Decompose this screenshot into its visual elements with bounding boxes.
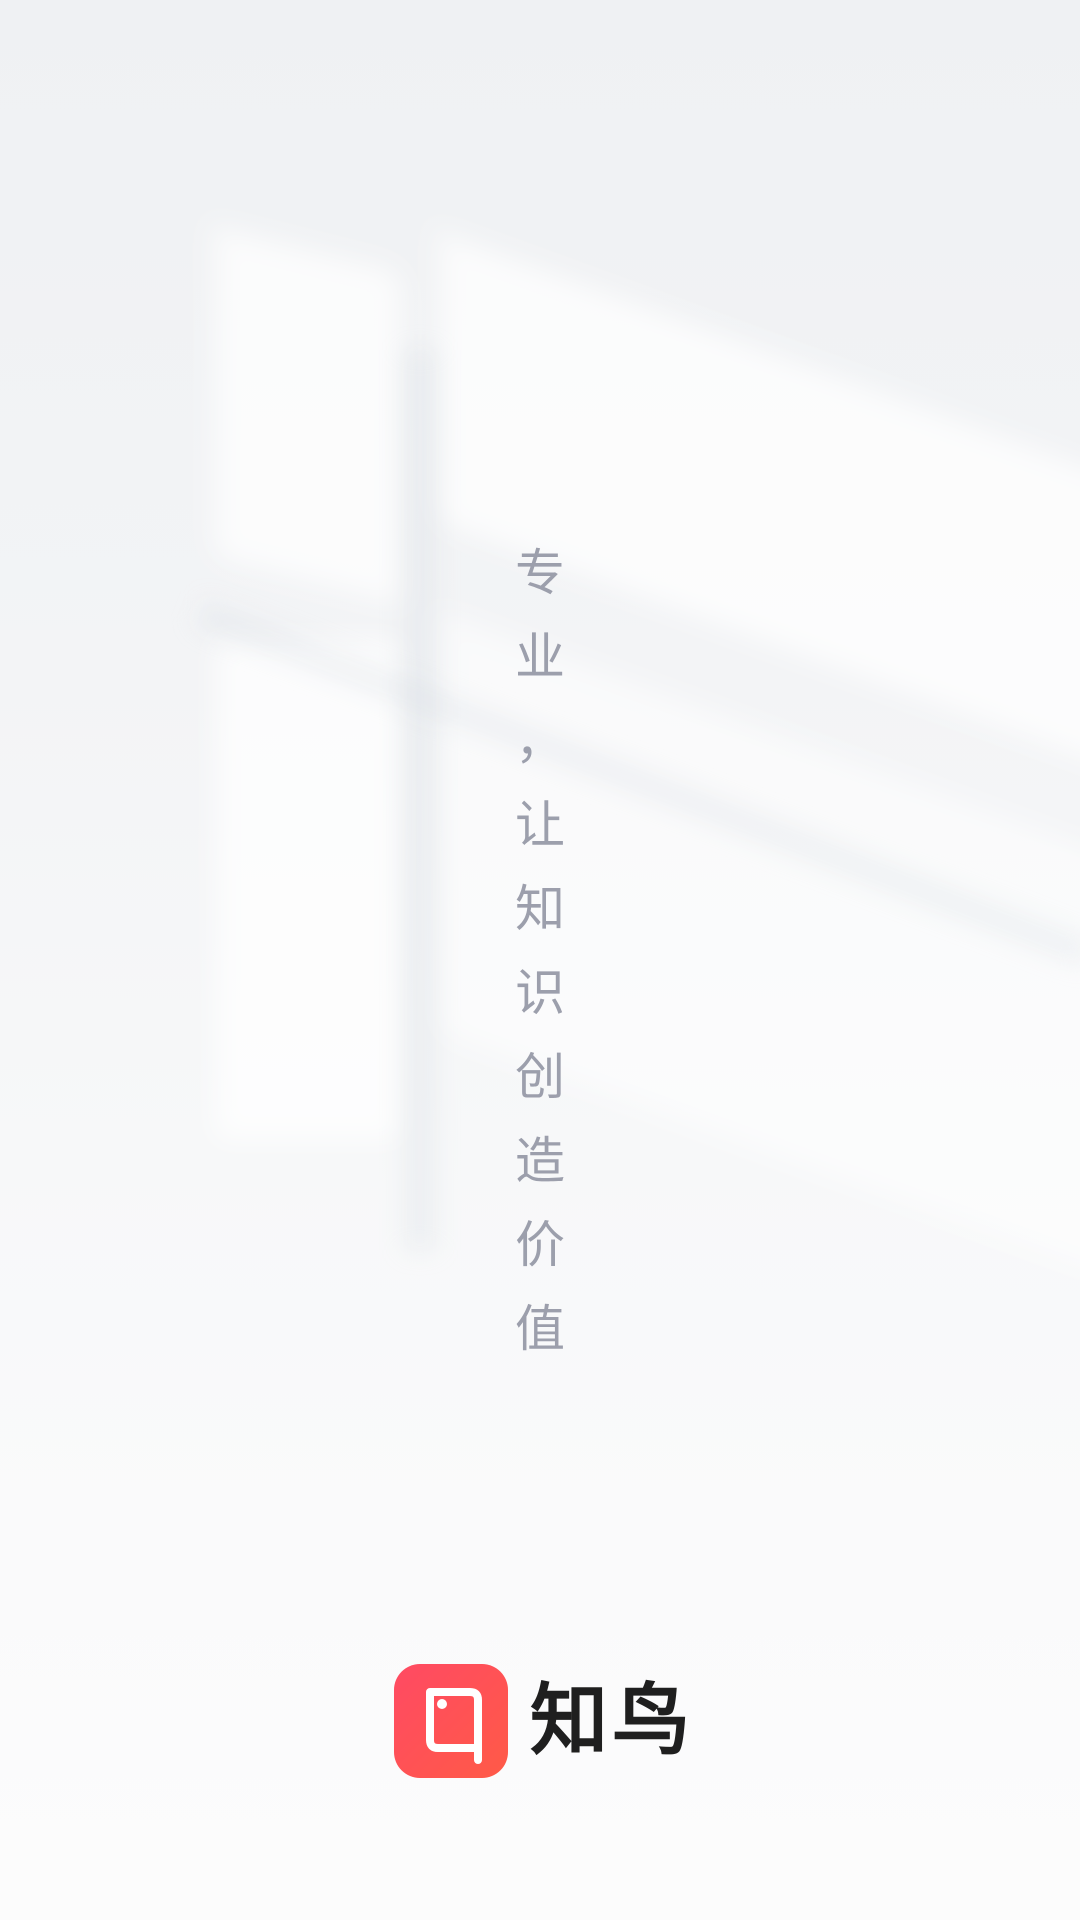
window-frame-shadow [405, 350, 435, 1250]
light-pane [215, 226, 400, 604]
zhiniao-logo-icon [394, 1664, 508, 1778]
brand-name: 知鸟 [530, 1676, 695, 1766]
vertical-slogan: 专 业 ， 让 知 识 创 造 价 值 [510, 542, 570, 1382]
slogan-char: 创 [515, 1048, 565, 1106]
slogan-char: ， [515, 712, 565, 770]
slogan-char: 业 [515, 628, 565, 686]
slogan-char: 知 [515, 880, 565, 938]
light-pane [215, 640, 400, 1140]
slogan-char: 造 [515, 1132, 565, 1190]
slogan-char: 值 [515, 1300, 565, 1358]
slogan-char: 让 [515, 796, 565, 854]
brand-lockup: 知鸟 [394, 1664, 694, 1778]
slogan-char: 专 [515, 544, 565, 602]
slogan-char: 识 [515, 964, 565, 1022]
slogan-char: 价 [515, 1216, 565, 1274]
